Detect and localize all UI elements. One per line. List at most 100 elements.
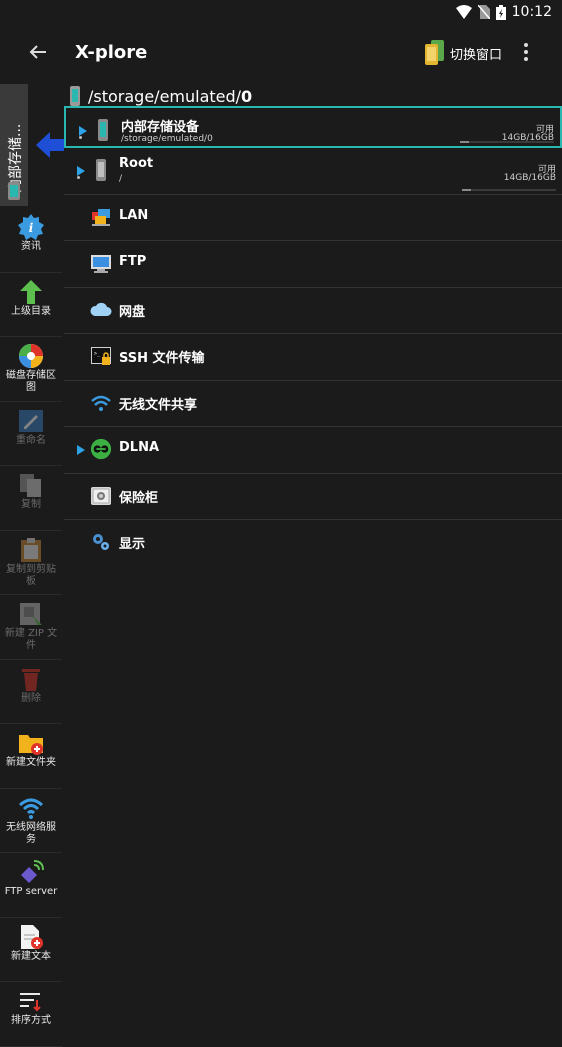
info-icon: i xyxy=(18,214,44,240)
list-item-cloud[interactable]: 网盘 xyxy=(64,288,562,334)
rename-label: 重命名 xyxy=(16,434,46,446)
item-path: /storage/emulated/0 xyxy=(121,134,213,144)
battery-icon xyxy=(495,4,506,20)
expand-arrow-icon[interactable] xyxy=(77,166,85,176)
rename-icon xyxy=(19,409,43,432)
sort-button[interactable]: 排序方式 xyxy=(0,988,62,1047)
new-text-label: 新建文本 xyxy=(11,950,51,962)
item-name: 内部存储设备 xyxy=(121,120,200,135)
sort-icon xyxy=(20,993,41,1012)
wifi-server-label: 无线网络服务 xyxy=(6,821,56,845)
selection-dot xyxy=(77,176,80,179)
app-bar: X-plore 切换窗口 xyxy=(0,24,562,82)
ssh-terminal-icon: >_ xyxy=(91,347,111,365)
ftp-server-icon xyxy=(21,860,44,883)
vault-icon xyxy=(91,486,111,505)
wifi-icon xyxy=(91,395,111,411)
parent-folder-button[interactable]: 上级目录 xyxy=(0,279,62,337)
clock: 10:12 xyxy=(511,4,552,20)
disk-map-icon xyxy=(19,344,43,368)
phone-icon xyxy=(70,86,80,106)
item-name: 保险柜 xyxy=(119,490,159,506)
list-item-display[interactable]: 显示 xyxy=(64,520,562,566)
expand-arrow-icon[interactable] xyxy=(77,445,85,455)
ftp-server-button[interactable]: FTP server xyxy=(0,859,62,918)
item-path: / xyxy=(119,174,123,184)
dlna-icon xyxy=(90,438,112,460)
disk-map-label: 磁盘存储区图 xyxy=(6,370,56,393)
storage-usage-bar xyxy=(460,141,554,143)
active-pane-arrow-icon xyxy=(36,132,64,158)
info-label: 资讯 xyxy=(21,241,41,252)
pane-tab-label: 内部存储... xyxy=(8,123,24,193)
new-text-button[interactable]: 新建文本 xyxy=(0,924,62,982)
copy-icon xyxy=(20,474,41,497)
list-item-ftp[interactable]: FTP xyxy=(64,241,562,288)
disk-map-button[interactable]: 磁盘存储区图 xyxy=(0,343,62,402)
sort-label: 排序方式 xyxy=(11,1015,51,1026)
up-arrow-icon xyxy=(20,279,42,304)
svg-text:i: i xyxy=(29,221,34,235)
new-zip-button[interactable]: 新建 ZIP 文件 xyxy=(0,601,62,660)
copy-button[interactable]: 复制 xyxy=(0,472,62,531)
new-folder-icon xyxy=(19,735,43,755)
storage-usage-fill xyxy=(460,141,470,143)
copy-to-clipboard-label: 复制到剪贴板 xyxy=(6,563,56,587)
app-title: X-plore xyxy=(75,42,148,63)
expand-arrow-icon[interactable] xyxy=(79,126,87,136)
delete-label: 删除 xyxy=(21,692,41,704)
file-list: 内部存储设备 /storage/emulated/0 可用 14GB/16GB … xyxy=(64,106,562,566)
list-item-vault[interactable]: 保险柜 xyxy=(64,474,562,520)
lan-icon xyxy=(92,208,110,226)
selection-dot xyxy=(79,136,82,139)
ftp-monitor-icon xyxy=(91,255,111,273)
item-name: DLNA xyxy=(119,440,160,455)
wifi-icon xyxy=(18,798,44,819)
item-name: LAN xyxy=(119,207,149,223)
info-button[interactable]: i 资讯 xyxy=(0,214,62,273)
path-last: 0 xyxy=(241,86,253,106)
current-path[interactable]: /storage/emulated/0 xyxy=(70,84,560,108)
new-zip-label: 新建 ZIP 文件 xyxy=(4,628,58,651)
wifi-server-button[interactable]: 无线网络服务 xyxy=(0,795,62,853)
clipboard-icon xyxy=(21,537,41,562)
item-name: FTP xyxy=(119,254,147,269)
rename-button[interactable]: 重命名 xyxy=(0,408,62,466)
switch-window-button[interactable]: 切换窗口 xyxy=(424,40,502,66)
new-text-icon xyxy=(21,924,43,949)
parent-folder-label: 上级目录 xyxy=(11,305,51,317)
new-folder-label: 新建文件夹 xyxy=(6,757,56,768)
cloud-icon xyxy=(90,302,112,316)
item-name: 网盘 xyxy=(119,304,146,320)
copy-to-clipboard-button[interactable]: 复制到剪贴板 xyxy=(0,537,62,595)
list-item-lan[interactable]: LAN xyxy=(64,195,562,241)
item-name: 无线文件共享 xyxy=(119,397,198,413)
left-toolbar: 内部存储... i 资讯 上级目录 磁盘存储区图 重命名 复制 复制到剪贴板 新… xyxy=(0,84,64,1047)
status-bar: 10:12 xyxy=(0,0,562,24)
trash-icon xyxy=(22,668,40,691)
zip-icon xyxy=(20,603,42,625)
item-name: Root xyxy=(119,156,154,171)
wifi-signal-icon xyxy=(455,5,472,19)
pane-tab-internal-storage[interactable]: 内部存储... xyxy=(0,84,28,206)
storage-size: 14GB/16GB xyxy=(503,173,556,183)
list-item-internal-storage[interactable]: 内部存储设备 /storage/emulated/0 可用 14GB/16GB xyxy=(64,106,562,148)
copy-label: 复制 xyxy=(21,499,41,510)
switch-window-icon xyxy=(425,40,444,65)
path-text: /storage/emulated/0 xyxy=(88,87,252,106)
list-item-root[interactable]: Root / 可用 14GB/16GB xyxy=(64,148,562,195)
list-item-dlna[interactable]: DLNA xyxy=(64,427,562,474)
storage-usage-bar xyxy=(462,188,556,191)
more-options-icon[interactable] xyxy=(522,42,530,62)
phone-icon xyxy=(8,182,20,200)
svg-text:>_: >_ xyxy=(94,351,101,357)
no-sim-icon xyxy=(477,5,490,19)
back-arrow-icon[interactable] xyxy=(26,40,50,64)
ftp-server-label: FTP server xyxy=(4,886,58,897)
list-item-ssh[interactable]: >_ SSH 文件传输 xyxy=(64,334,562,381)
switch-window-label: 切换窗口 xyxy=(450,47,503,63)
path-prefix: /storage/emulated/ xyxy=(88,86,242,106)
new-folder-button[interactable]: 新建文件夹 xyxy=(0,730,62,789)
delete-button[interactable]: 删除 xyxy=(0,666,62,724)
list-item-wifi-share[interactable]: 无线文件共享 xyxy=(64,381,562,427)
